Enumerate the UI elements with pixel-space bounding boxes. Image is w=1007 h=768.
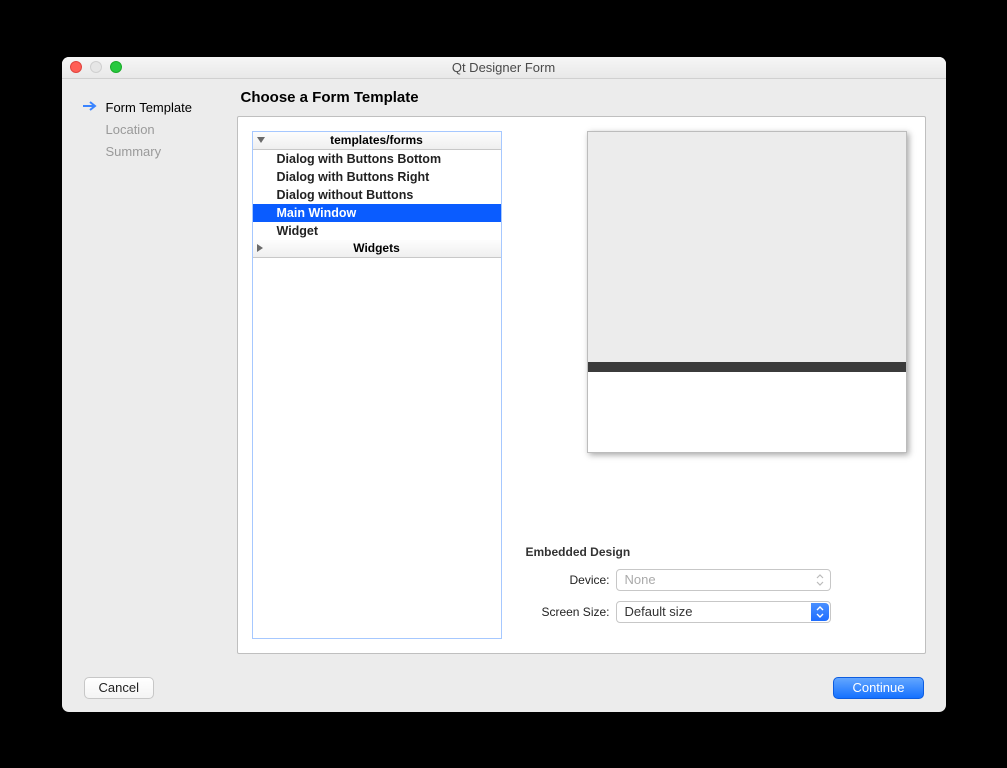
- updown-icon: [811, 571, 829, 589]
- page-title: Choose a Form Template: [241, 89, 926, 106]
- main-panel: Choose a Form Template templates/forms D…: [237, 79, 946, 664]
- tree-group-widgets[interactable]: Widgets: [253, 240, 501, 258]
- tree-item[interactable]: Dialog with Buttons Right: [253, 168, 501, 186]
- screensize-label: Screen Size:: [526, 605, 616, 619]
- titlebar: Qt Designer Form: [62, 57, 946, 79]
- updown-icon: [811, 603, 829, 621]
- wizard-sidebar: Form Template Location Summary: [62, 79, 237, 664]
- device-label: Device:: [526, 573, 616, 587]
- content-panel: templates/forms Dialog with Buttons Bott…: [237, 116, 926, 654]
- sidebar-item-location: Location: [82, 119, 227, 141]
- preview-column: Embedded Design Device: None: [526, 131, 911, 639]
- cancel-button[interactable]: Cancel: [84, 677, 154, 699]
- arrow-right-icon: [82, 100, 98, 115]
- chevron-right-icon: [257, 244, 263, 252]
- columns: Form Template Location Summary Choose a …: [62, 79, 946, 664]
- preview-body: [588, 132, 906, 362]
- form-preview: [587, 131, 907, 453]
- tree-item-selected[interactable]: Main Window: [253, 204, 501, 222]
- chevron-down-icon: [257, 137, 265, 143]
- screensize-row: Screen Size: Default size: [526, 601, 907, 623]
- combo-value: Default size: [625, 604, 693, 619]
- sidebar-item-summary: Summary: [82, 141, 227, 163]
- dialog-footer: Cancel Continue: [62, 664, 946, 712]
- embedded-design: Embedded Design Device: None: [526, 545, 911, 639]
- tree-group-label: templates/forms: [330, 133, 423, 147]
- sidebar-item-label: Form Template: [106, 100, 192, 115]
- sidebar-item-label: Summary: [106, 144, 162, 159]
- device-row: Device: None: [526, 569, 907, 591]
- dialog-body: Form Template Location Summary Choose a …: [62, 79, 946, 712]
- preview-statusbar: [588, 362, 906, 372]
- tree-item[interactable]: Dialog with Buttons Bottom: [253, 150, 501, 168]
- embedded-title: Embedded Design: [526, 545, 907, 559]
- screensize-combo[interactable]: Default size: [616, 601, 831, 623]
- tree-item[interactable]: Widget: [253, 222, 501, 240]
- sidebar-item-label: Location: [106, 122, 155, 137]
- device-combo: None: [616, 569, 831, 591]
- tree-group-label: Widgets: [353, 241, 400, 255]
- window-title: Qt Designer Form: [62, 60, 946, 75]
- sidebar-item-form-template[interactable]: Form Template: [82, 97, 227, 119]
- continue-button[interactable]: Continue: [833, 677, 923, 699]
- template-tree[interactable]: templates/forms Dialog with Buttons Bott…: [252, 131, 502, 639]
- tree-item[interactable]: Dialog without Buttons: [253, 186, 501, 204]
- tree-group-forms[interactable]: templates/forms: [253, 132, 501, 150]
- combo-value: None: [625, 572, 656, 587]
- dialog-window: Qt Designer Form Form Template Location …: [62, 57, 946, 712]
